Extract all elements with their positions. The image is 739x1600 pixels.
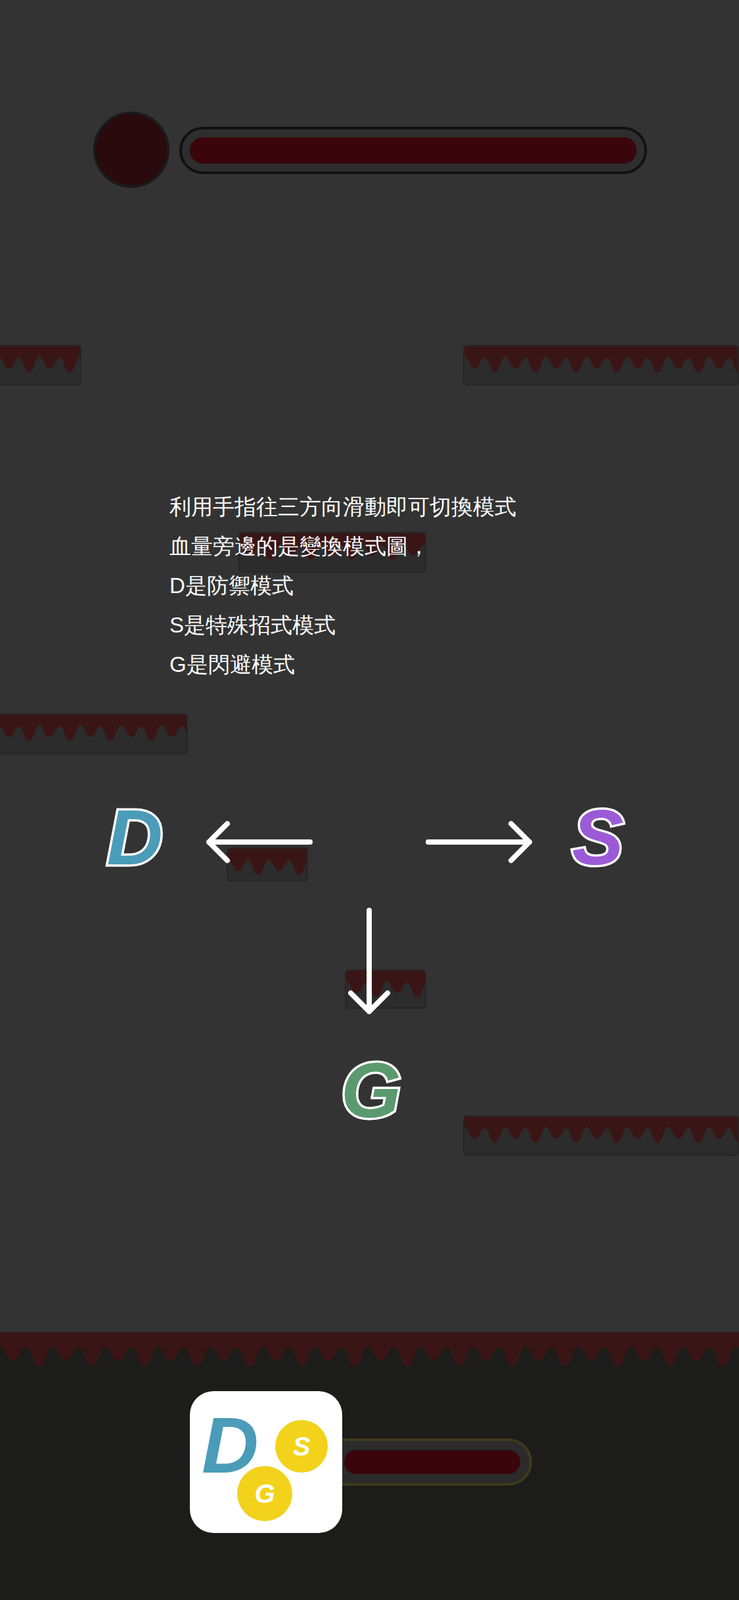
drip-icon <box>227 848 307 881</box>
tutorial-line: G是閃避模式 <box>169 645 517 685</box>
drip-icon <box>464 1116 738 1155</box>
mode-letter: S <box>555 794 641 881</box>
mode-letter: D <box>91 794 178 881</box>
platform <box>463 1115 739 1157</box>
tutorial-line: 血量旁邊的是變換模式圖， <box>169 526 517 567</box>
boss-health-bar <box>179 126 648 175</box>
player-health-fill <box>344 1450 521 1475</box>
badge-main-letter: D <box>201 1405 259 1485</box>
player-health-bar <box>308 1438 533 1486</box>
drip-icon <box>464 346 738 385</box>
arrow-down-icon <box>348 907 391 1017</box>
tutorial-line: S是特殊招式模式 <box>169 605 517 646</box>
tutorial-text: 利用手指往三方向滑動即可切換模式血量旁邊的是變換模式圖，D是防禦模式S是特殊招式… <box>169 487 517 685</box>
mode-letter: G <box>328 1047 414 1134</box>
platform <box>226 847 309 882</box>
platform <box>0 713 188 755</box>
ground-drip-icon <box>0 1332 739 1379</box>
platform <box>463 344 739 386</box>
arrow-left-icon <box>203 821 313 864</box>
tutorial-line: 利用手指往三方向滑動即可切換模式 <box>169 487 517 527</box>
badge-small-circle: S <box>275 1420 328 1473</box>
boss-avatar <box>93 111 170 188</box>
drip-icon <box>0 714 187 753</box>
boss-health-fill <box>189 137 637 164</box>
mode-switch-badge[interactable]: SGD <box>189 1391 343 1534</box>
tutorial-line: D是防禦模式 <box>169 566 517 606</box>
arrow-right-icon <box>425 821 535 864</box>
platform <box>0 344 82 386</box>
drip-icon <box>0 346 81 385</box>
game-screen: 利用手指往三方向滑動即可切換模式血量旁邊的是變換模式圖，D是防禦模式S是特殊招式… <box>0 0 739 1600</box>
